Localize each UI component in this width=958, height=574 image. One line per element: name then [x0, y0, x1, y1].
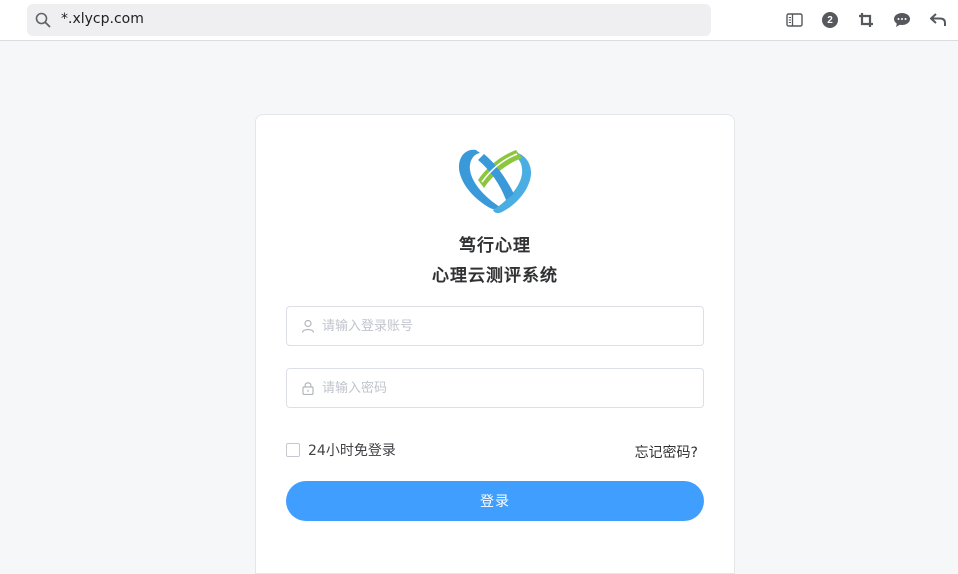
forgot-password-link[interactable]: 忘记密码? — [635, 442, 698, 462]
reader-mode-button[interactable] — [784, 10, 804, 30]
password-field[interactable] — [286, 368, 704, 408]
username-input[interactable] — [322, 307, 692, 345]
lock-icon — [302, 382, 314, 395]
tab-count-button[interactable]: 2 — [820, 10, 840, 30]
username-field[interactable] — [286, 306, 704, 346]
back-button[interactable] — [928, 10, 948, 30]
back-arrow-icon — [930, 13, 946, 26]
user-icon — [301, 319, 315, 333]
remember-label: 24小时免登录 — [308, 443, 396, 459]
address-bar[interactable]: *.xlycp.com — [27, 4, 711, 36]
chat-icon — [894, 13, 910, 27]
login-button[interactable]: 登录 — [286, 481, 704, 521]
password-input[interactable] — [322, 369, 692, 407]
crop-icon — [859, 13, 873, 27]
remember-checkbox[interactable] — [286, 443, 300, 457]
login-card: 笃行心理 心理云测评系统 24小时免登录 忘记密码? 登录 — [255, 114, 735, 574]
tab-count-badge: 2 — [822, 12, 838, 28]
search-icon — [35, 12, 51, 28]
chat-button[interactable] — [892, 10, 912, 30]
brand-name: 笃行心理 — [459, 236, 531, 256]
browser-toolbar: *.xlycp.com 2 — [0, 0, 958, 41]
remember-login-option[interactable]: 24小时免登录 — [286, 440, 396, 460]
brand-logo — [458, 149, 532, 214]
url-text: *.xlycp.com — [61, 11, 144, 27]
reader-mode-icon — [785, 13, 803, 27]
system-title: 心理云测评系统 — [432, 266, 558, 286]
crop-button[interactable] — [856, 10, 876, 30]
